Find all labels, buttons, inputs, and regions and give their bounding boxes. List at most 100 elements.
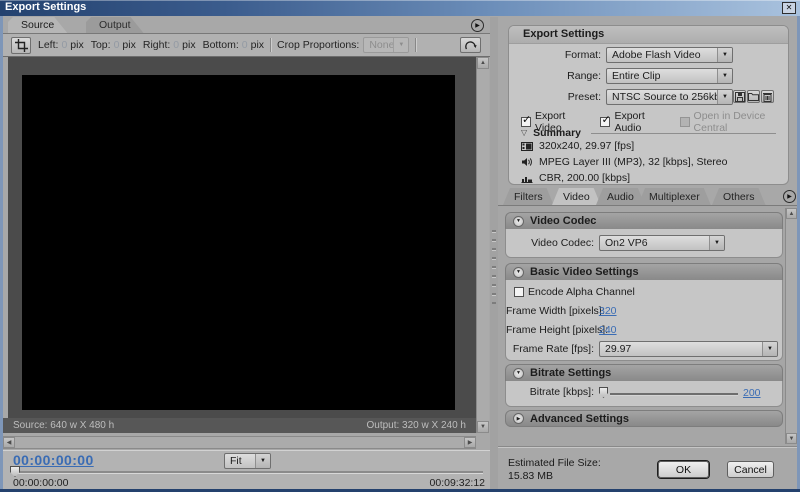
preview-horizontal-scrollbar[interactable]: ◀ ▶ — [3, 436, 476, 449]
save-icon — [735, 92, 745, 102]
range-select[interactable]: Entire Clip ▼ — [606, 68, 733, 84]
section-toggle-icon[interactable]: ▼ — [513, 368, 524, 379]
titlebar[interactable]: Export Settings ✕ — [0, 0, 800, 16]
bitrate-slider-track[interactable] — [610, 393, 738, 395]
zoom-level-select[interactable]: Fit ▼ — [224, 453, 271, 469]
format-select[interactable]: Adobe Flash Video ▼ — [606, 47, 733, 63]
chevron-down-icon: ▼ — [255, 454, 270, 468]
left-panel-menu-button[interactable]: ▶ — [471, 19, 484, 32]
export-settings-dialog: Export Settings ✕ Source Output ▶ Left: … — [0, 0, 800, 492]
crop-right-unit: pix — [182, 39, 195, 51]
bitrate-row: Bitrate [kbps]: — [506, 386, 782, 398]
current-timecode[interactable]: 00:00:00:00 — [13, 452, 94, 468]
close-icon[interactable]: ✕ — [782, 2, 796, 14]
video-summary-icon — [521, 142, 533, 151]
tab-multiplexer-label: Multiplexer — [649, 191, 700, 203]
cancel-button[interactable]: Cancel — [727, 461, 774, 478]
export-settings-group: Export Settings Format: Adobe Flash Vide… — [508, 25, 789, 185]
section-toggle-icon[interactable]: ▶ — [513, 413, 524, 424]
tab-multiplexer[interactable]: Multiplexer — [638, 188, 711, 205]
crop-right-value[interactable]: 0 — [173, 39, 179, 51]
basic-video-settings-header-label: Basic Video Settings — [530, 266, 639, 278]
preset-select[interactable]: NTSC Source to 256kbps ▼ — [606, 89, 733, 105]
checkbox-box — [514, 287, 524, 297]
crop-left-value[interactable]: 0 — [61, 39, 67, 51]
video-codec-row: Video Codec: On2 VP6 ▼ — [506, 235, 782, 251]
frame-width-row: Frame Width [pixels]: 320 — [506, 305, 782, 317]
chevron-down-icon: ▼ — [762, 342, 777, 356]
chevron-down-icon: ▼ — [717, 48, 732, 62]
crop-top-unit: pix — [122, 39, 135, 51]
advanced-settings-header-label: Advanced Settings — [530, 413, 629, 425]
scroll-down-icon[interactable]: ▼ — [786, 433, 797, 444]
crop-top-label: Top: — [91, 39, 111, 51]
scroll-up-icon[interactable]: ▲ — [477, 57, 489, 69]
scroll-left-icon[interactable]: ◀ — [3, 437, 15, 448]
tab-filters[interactable]: Filters — [503, 188, 554, 205]
frame-height-row: Frame Height [pixels]: 240 — [506, 324, 782, 336]
crop-proportions-select[interactable]: None ▼ — [363, 37, 409, 53]
rotate-view-button[interactable] — [460, 37, 481, 53]
video-codec-value: On2 VP6 — [600, 236, 709, 250]
basic-video-settings-header[interactable]: ▼ Basic Video Settings — [505, 263, 783, 280]
crop-bottom-value[interactable]: 0 — [242, 39, 248, 51]
bitrate-summary-icon — [521, 174, 533, 183]
checkbox-box — [680, 117, 690, 127]
timeline-track[interactable] — [13, 471, 483, 473]
tab-others[interactable]: Others — [712, 188, 766, 205]
bitrate-settings-header[interactable]: ▼ Bitrate Settings — [505, 364, 783, 381]
bitrate-value[interactable]: 200 — [743, 387, 761, 399]
advanced-settings-header[interactable]: ▶ Advanced Settings — [505, 410, 783, 427]
frame-width-value[interactable]: 320 — [599, 305, 617, 317]
import-preset-button[interactable] — [747, 90, 760, 103]
panel-splitter[interactable] — [490, 17, 498, 489]
right-panel-menu-button[interactable]: ▶ — [783, 190, 796, 203]
section-toggle-icon[interactable]: ▼ — [513, 216, 524, 227]
play-circle-icon: ▶ — [475, 22, 480, 29]
audio-summary-icon — [521, 157, 533, 167]
summary-header[interactable]: ▽ Summary — [521, 127, 776, 139]
range-value: Entire Clip — [607, 69, 717, 83]
format-value: Adobe Flash Video — [607, 48, 717, 62]
frame-rate-value: 29.97 — [600, 342, 762, 356]
video-codec-section-header[interactable]: ▼ Video Codec — [505, 212, 783, 229]
chevron-down-icon: ▼ — [393, 38, 408, 52]
chevron-down-icon: ▼ — [717, 90, 732, 104]
preview-vertical-scrollbar[interactable]: ▲ ▼ — [476, 57, 489, 433]
export-settings-header: Export Settings — [509, 26, 788, 44]
crop-top-value[interactable]: 0 — [114, 39, 120, 51]
ok-button[interactable]: OK — [658, 461, 709, 478]
video-codec-section-body: Video Codec: On2 VP6 ▼ — [505, 229, 783, 258]
tab-audio[interactable]: Audio — [596, 188, 645, 205]
window-title: Export Settings — [5, 1, 86, 13]
frame-rate-select[interactable]: 29.97 ▼ — [599, 341, 778, 357]
preset-value: NTSC Source to 256kbps — [607, 90, 717, 104]
tab-output[interactable]: Output — [86, 17, 144, 33]
playhead-handle[interactable] — [10, 466, 20, 477]
section-toggle-icon[interactable]: ▼ — [513, 267, 524, 278]
folder-icon — [748, 92, 759, 101]
bitrate-settings-body: Bitrate [kbps]: 200 — [505, 381, 783, 407]
encode-alpha-checkbox[interactable]: Encode Alpha Channel — [514, 286, 635, 298]
tab-source[interactable]: Source — [8, 17, 67, 33]
frame-height-value[interactable]: 240 — [599, 324, 617, 336]
crop-button[interactable] — [11, 37, 31, 54]
summary-video-item: 320x240, 29.97 [fps] — [521, 140, 634, 152]
settings-vertical-scrollbar[interactable]: ▲ ▼ — [785, 208, 797, 444]
scroll-down-icon[interactable]: ▼ — [477, 421, 489, 433]
video-codec-select[interactable]: On2 VP6 ▼ — [599, 235, 725, 251]
trash-icon — [763, 92, 772, 102]
collapse-triangle-icon: ▽ — [521, 129, 527, 137]
summary-label: Summary — [533, 127, 581, 139]
crop-proportions-value: None — [364, 38, 393, 52]
bitrate-settings-header-label: Bitrate Settings — [530, 367, 611, 379]
chevron-down-icon: ▼ — [709, 236, 724, 250]
frame-rate-row: Frame Rate [fps]: 29.97 ▼ — [506, 341, 782, 357]
save-preset-button[interactable] — [733, 90, 746, 103]
delete-preset-button[interactable] — [761, 90, 774, 103]
format-label: Format: — [509, 49, 601, 61]
scroll-right-icon[interactable]: ▶ — [464, 437, 476, 448]
checkmark-icon: ✓ — [601, 113, 610, 126]
tab-video[interactable]: Video — [552, 188, 601, 205]
scroll-up-icon[interactable]: ▲ — [786, 208, 797, 219]
